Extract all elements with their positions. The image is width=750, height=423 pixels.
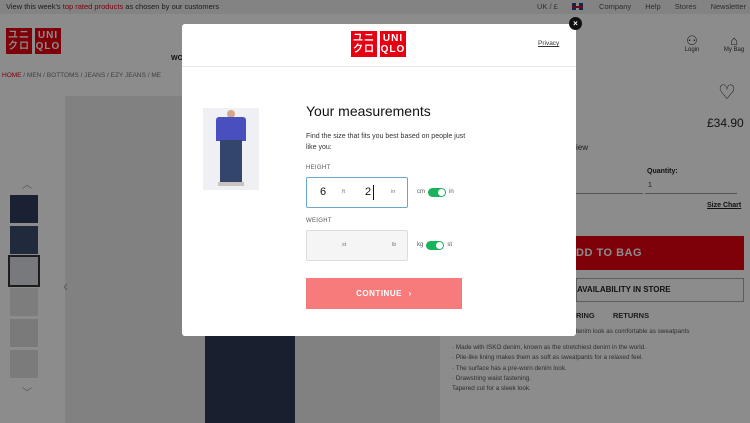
text-caret — [373, 185, 374, 200]
st-unit: st — [342, 242, 347, 248]
continue-button[interactable]: CONTINUE › — [306, 278, 462, 309]
divider — [182, 66, 576, 67]
modal-description: Find the size that fits you best based o… — [306, 133, 466, 151]
lb-unit: lb — [392, 242, 397, 248]
height-unit-toggle[interactable]: cm in — [417, 186, 454, 198]
height-ft-value[interactable]: 6 — [320, 186, 326, 198]
close-icon[interactable]: × — [569, 17, 582, 30]
modal-title: Your measurements — [306, 103, 431, 119]
in-unit: in — [391, 189, 396, 195]
ft-unit: ft — [342, 189, 346, 195]
weight-input[interactable]: st lb — [306, 230, 408, 261]
uniqlo-logo: ユニ クロ UNI QLO — [351, 31, 406, 57]
height-label: HEIGHT — [306, 165, 331, 171]
measurements-modal: ユニ クロ UNI QLO Privacy Your measurements Fi… — [182, 24, 576, 336]
model-photo — [203, 108, 259, 190]
privacy-link[interactable]: Privacy — [538, 40, 559, 47]
toggle-switch[interactable] — [428, 187, 446, 197]
chevron-right-icon: › — [408, 289, 412, 298]
weight-label: WEIGHT — [306, 218, 332, 224]
toggle-switch[interactable] — [426, 240, 445, 250]
weight-unit-toggle[interactable]: kg st — [417, 239, 452, 251]
height-in-value[interactable]: 2 — [365, 186, 371, 198]
height-input[interactable]: 6 ft 2 in — [306, 177, 408, 208]
